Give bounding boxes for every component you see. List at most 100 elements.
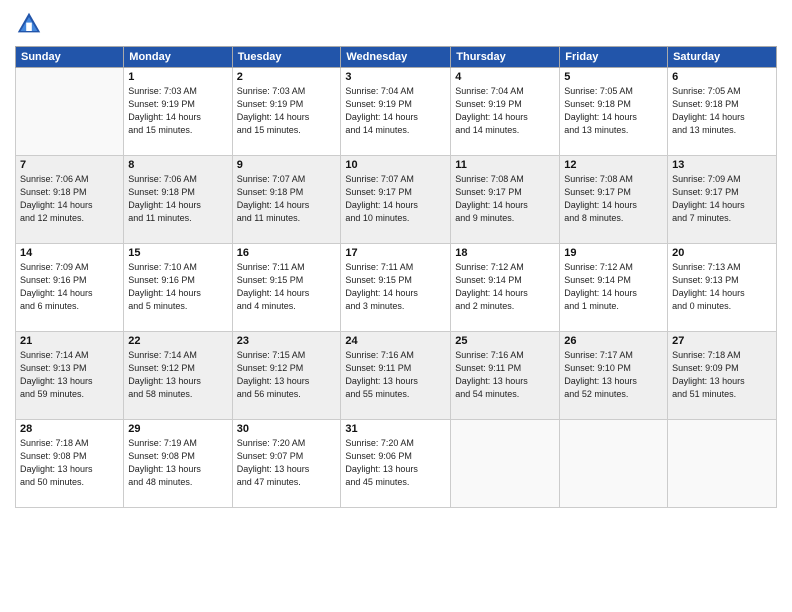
day-number: 10 [345, 159, 446, 171]
day-number: 17 [345, 247, 446, 259]
day-number: 31 [345, 423, 446, 435]
day-info: Sunrise: 7:15 AMSunset: 9:12 PMDaylight:… [237, 349, 337, 401]
calendar-cell: 23 Sunrise: 7:15 AMSunset: 9:12 PMDayligh… [232, 332, 341, 420]
day-info: Sunrise: 7:04 AMSunset: 9:19 PMDaylight:… [455, 85, 555, 137]
calendar-cell: 8 Sunrise: 7:06 AMSunset: 9:18 PMDaylight… [124, 156, 232, 244]
day-number: 5 [564, 71, 663, 83]
day-info: Sunrise: 7:07 AMSunset: 9:18 PMDaylight:… [237, 173, 337, 225]
calendar-cell: 27Sunrise: 7:18 AMSunset: 9:09 PMDayligh… [668, 332, 777, 420]
day-info: Sunrise: 7:06 AMSunset: 9:18 PMDaylight:… [128, 173, 227, 225]
calendar-cell: 19 Sunrise: 7:12 AMSunset: 9:14 PMDayligh… [560, 244, 668, 332]
day-info: Sunrise: 7:18 AMSunset: 9:09 PMDaylight:… [672, 349, 772, 401]
calendar-week-row: 28 Sunrise: 7:18 AMSunset: 9:08 PMDayligh… [16, 420, 777, 508]
weekday-header-sunday: Sunday [16, 47, 124, 68]
day-number: 8 [128, 159, 227, 171]
calendar-week-row: 7 Sunrise: 7:06 AMSunset: 9:18 PMDaylight… [16, 156, 777, 244]
weekday-header-saturday: Saturday [668, 47, 777, 68]
day-number: 15 [128, 247, 227, 259]
day-number: 6 [672, 71, 772, 83]
day-number: 3 [345, 71, 446, 83]
day-info: Sunrise: 7:03 AMSunset: 9:19 PMDaylight:… [128, 85, 227, 137]
day-number: 24 [345, 335, 446, 347]
day-number: 19 [564, 247, 663, 259]
weekday-header-monday: Monday [124, 47, 232, 68]
calendar-cell: 22Sunrise: 7:14 AMSunset: 9:12 PMDayligh… [124, 332, 232, 420]
day-info: Sunrise: 7:04 AMSunset: 9:19 PMDaylight:… [345, 85, 446, 137]
day-info: Sunrise: 7:06 AMSunset: 9:18 PMDaylight:… [20, 173, 119, 225]
calendar-cell: 26Sunrise: 7:17 AMSunset: 9:10 PMDayligh… [560, 332, 668, 420]
day-info: Sunrise: 7:05 AMSunset: 9:18 PMDaylight:… [672, 85, 772, 137]
header [15, 10, 777, 38]
calendar-table: SundayMondayTuesdayWednesdayThursdayFrid… [15, 46, 777, 508]
calendar-cell: 31 Sunrise: 7:20 AMSunset: 9:06 PMDayligh… [341, 420, 451, 508]
day-info: Sunrise: 7:11 AMSunset: 9:15 PMDaylight:… [237, 261, 337, 313]
day-info: Sunrise: 7:18 AMSunset: 9:08 PMDaylight:… [20, 437, 119, 489]
calendar-cell: 6 Sunrise: 7:05 AMSunset: 9:18 PMDaylight… [668, 68, 777, 156]
calendar-cell [451, 420, 560, 508]
calendar-cell: 10 Sunrise: 7:07 AMSunset: 9:17 PMDayligh… [341, 156, 451, 244]
day-info: Sunrise: 7:14 AMSunset: 9:13 PMDaylight:… [20, 349, 119, 401]
calendar-cell: 9 Sunrise: 7:07 AMSunset: 9:18 PMDaylight… [232, 156, 341, 244]
calendar-cell: 25 Sunrise: 7:16 AMSunset: 9:11 PMDayligh… [451, 332, 560, 420]
day-info: Sunrise: 7:20 AMSunset: 9:07 PMDaylight:… [237, 437, 337, 489]
weekday-header-thursday: Thursday [451, 47, 560, 68]
calendar-cell: 14 Sunrise: 7:09 AMSunset: 9:16 PMDayligh… [16, 244, 124, 332]
calendar-week-row: 1 Sunrise: 7:03 AMSunset: 9:19 PMDaylight… [16, 68, 777, 156]
day-info: Sunrise: 7:12 AMSunset: 9:14 PMDaylight:… [455, 261, 555, 313]
day-number: 11 [455, 159, 555, 171]
day-info: Sunrise: 7:07 AMSunset: 9:17 PMDaylight:… [345, 173, 446, 225]
calendar-week-row: 14 Sunrise: 7:09 AMSunset: 9:16 PMDayligh… [16, 244, 777, 332]
calendar-cell: 11Sunrise: 7:08 AMSunset: 9:17 PMDayligh… [451, 156, 560, 244]
calendar-cell: 5 Sunrise: 7:05 AMSunset: 9:18 PMDaylight… [560, 68, 668, 156]
calendar-cell: 12 Sunrise: 7:08 AMSunset: 9:17 PMDayligh… [560, 156, 668, 244]
day-info: Sunrise: 7:05 AMSunset: 9:18 PMDaylight:… [564, 85, 663, 137]
day-info: Sunrise: 7:20 AMSunset: 9:06 PMDaylight:… [345, 437, 446, 489]
calendar-cell: 18Sunrise: 7:12 AMSunset: 9:14 PMDayligh… [451, 244, 560, 332]
calendar-cell: 21Sunrise: 7:14 AMSunset: 9:13 PMDayligh… [16, 332, 124, 420]
logo [15, 10, 47, 38]
day-number: 14 [20, 247, 119, 259]
calendar-cell: 4 Sunrise: 7:04 AMSunset: 9:19 PMDaylight… [451, 68, 560, 156]
day-info: Sunrise: 7:16 AMSunset: 9:11 PMDaylight:… [345, 349, 446, 401]
calendar-cell: 13 Sunrise: 7:09 AMSunset: 9:17 PMDayligh… [668, 156, 777, 244]
calendar-cell: 15 Sunrise: 7:10 AMSunset: 9:16 PMDayligh… [124, 244, 232, 332]
day-number: 20 [672, 247, 772, 259]
day-number: 2 [237, 71, 337, 83]
calendar-cell [668, 420, 777, 508]
calendar-cell: 7 Sunrise: 7:06 AMSunset: 9:18 PMDaylight… [16, 156, 124, 244]
day-info: Sunrise: 7:09 AMSunset: 9:17 PMDaylight:… [672, 173, 772, 225]
day-info: Sunrise: 7:12 AMSunset: 9:14 PMDaylight:… [564, 261, 663, 313]
weekday-header-friday: Friday [560, 47, 668, 68]
day-number: 23 [237, 335, 337, 347]
day-info: Sunrise: 7:09 AMSunset: 9:16 PMDaylight:… [20, 261, 119, 313]
calendar-cell: 29 Sunrise: 7:19 AMSunset: 9:08 PMDayligh… [124, 420, 232, 508]
calendar-cell: 3 Sunrise: 7:04 AMSunset: 9:19 PMDaylight… [341, 68, 451, 156]
day-number: 13 [672, 159, 772, 171]
day-number: 28 [20, 423, 119, 435]
day-info: Sunrise: 7:11 AMSunset: 9:15 PMDaylight:… [345, 261, 446, 313]
day-number: 4 [455, 71, 555, 83]
day-info: Sunrise: 7:08 AMSunset: 9:17 PMDaylight:… [564, 173, 663, 225]
calendar-cell: 2 Sunrise: 7:03 AMSunset: 9:19 PMDaylight… [232, 68, 341, 156]
logo-icon [15, 10, 43, 38]
calendar-week-row: 21Sunrise: 7:14 AMSunset: 9:13 PMDayligh… [16, 332, 777, 420]
day-number: 26 [564, 335, 663, 347]
calendar-cell: 1 Sunrise: 7:03 AMSunset: 9:19 PMDaylight… [124, 68, 232, 156]
calendar-cell [560, 420, 668, 508]
day-info: Sunrise: 7:13 AMSunset: 9:13 PMDaylight:… [672, 261, 772, 313]
day-number: 22 [128, 335, 227, 347]
day-info: Sunrise: 7:16 AMSunset: 9:11 PMDaylight:… [455, 349, 555, 401]
day-number: 29 [128, 423, 227, 435]
calendar-cell: 16 Sunrise: 7:11 AMSunset: 9:15 PMDayligh… [232, 244, 341, 332]
calendar-cell [16, 68, 124, 156]
day-info: Sunrise: 7:19 AMSunset: 9:08 PMDaylight:… [128, 437, 227, 489]
day-number: 25 [455, 335, 555, 347]
day-number: 1 [128, 71, 227, 83]
day-number: 16 [237, 247, 337, 259]
day-info: Sunrise: 7:10 AMSunset: 9:16 PMDaylight:… [128, 261, 227, 313]
day-number: 12 [564, 159, 663, 171]
day-number: 9 [237, 159, 337, 171]
day-number: 7 [20, 159, 119, 171]
calendar-cell: 17 Sunrise: 7:11 AMSunset: 9:15 PMDayligh… [341, 244, 451, 332]
day-info: Sunrise: 7:03 AMSunset: 9:19 PMDaylight:… [237, 85, 337, 137]
